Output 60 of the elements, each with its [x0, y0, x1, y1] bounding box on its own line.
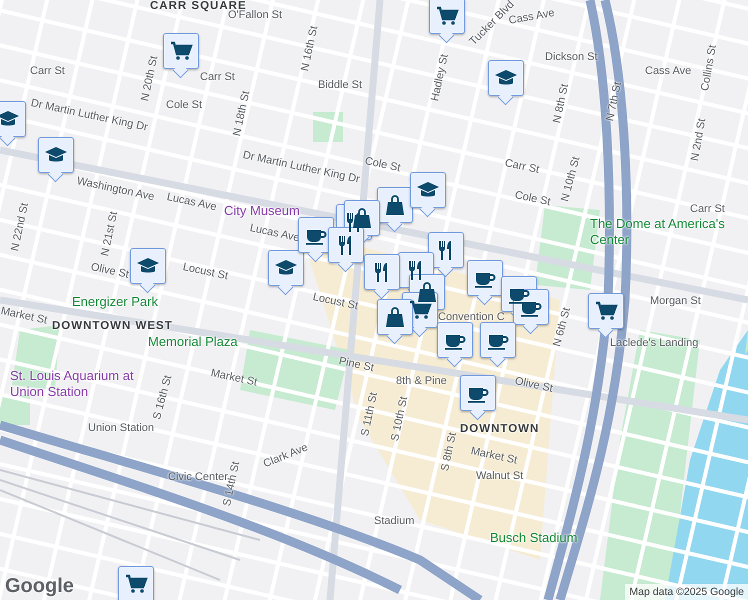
map-label: Biddle St	[318, 80, 362, 91]
map-label: Market St	[470, 446, 518, 467]
map-label: Pine St	[338, 356, 375, 374]
map-label: N 16th St	[300, 25, 320, 72]
map-label: Olive St	[90, 262, 130, 281]
map-label: Market St	[0, 306, 48, 327]
map-label: Collins St	[700, 44, 719, 92]
map-label: Carr St	[200, 72, 235, 83]
map-label: CARR SQUARE	[150, 1, 247, 12]
map-label: S 8th St	[440, 432, 459, 472]
map-label: City Museum	[224, 203, 300, 219]
map-label: S 11th St	[360, 392, 380, 438]
map-label: S 16th St	[152, 374, 174, 421]
map-label: N 7th St	[605, 81, 624, 122]
map-label: Locust St	[182, 262, 229, 282]
map-label: Hadley St	[430, 53, 451, 102]
map-label: Morgan St	[650, 296, 701, 307]
cart-icon	[123, 572, 149, 596]
map-label: DOWNTOWN	[460, 424, 540, 436]
map-label: Olive St	[514, 376, 554, 395]
map-label: Stadium	[374, 516, 414, 527]
cart-icon	[407, 298, 433, 322]
map-label: N 21st St	[100, 210, 120, 258]
map-label: Carr St	[504, 158, 540, 176]
map-label: O'Fallon St	[228, 10, 282, 21]
map-label: N 2nd St	[690, 118, 708, 162]
map-label: Carr St	[690, 204, 725, 215]
map-label: N 18th St	[232, 90, 252, 138]
map-attribution: Map data ©2025 Google	[625, 584, 748, 600]
map-label: Cole St	[364, 156, 402, 174]
map-label: DOWNTOWN WEST	[52, 321, 173, 332]
map-label: N 8th St	[552, 83, 572, 124]
map-label: 8th & Pine	[396, 376, 447, 387]
map-label: Cole St	[514, 190, 552, 208]
map-label: Union Station	[88, 423, 154, 434]
map-label: Market St	[210, 368, 258, 389]
map-label: St. Louis Aquarium at Union Station	[10, 368, 135, 400]
map-label: Locust St	[312, 292, 359, 312]
map-logo: Google	[5, 575, 74, 598]
map-label: Energizer Park	[72, 294, 158, 310]
map-label: Cole St	[166, 100, 202, 111]
map-label: Carr St	[30, 66, 65, 77]
map-label: Convention C	[438, 312, 505, 323]
cart-icon	[168, 39, 194, 63]
map-label: N 10th St	[560, 156, 582, 203]
map-label: Memorial Plaza	[148, 334, 238, 350]
map-label: Laclede's Landing	[610, 338, 698, 349]
map-label: N 6th St	[552, 306, 573, 348]
map-label: Walnut St	[476, 471, 524, 482]
map-label: Busch Stadium	[490, 530, 578, 546]
cart-icon	[434, 4, 460, 28]
map-label: Lucas Ave	[166, 192, 218, 214]
map-label: Cass Ave	[645, 66, 692, 77]
map-label: S 10th St	[390, 396, 410, 442]
map-label: N 20th St	[140, 55, 160, 102]
map-label: Clark Ave	[262, 442, 310, 470]
map-label: N 22nd St	[10, 202, 31, 252]
map-label: Dr Martin Luther King Dr	[242, 150, 361, 186]
cart-icon	[593, 299, 619, 323]
map-label: The Dome at America's Center	[590, 216, 725, 248]
